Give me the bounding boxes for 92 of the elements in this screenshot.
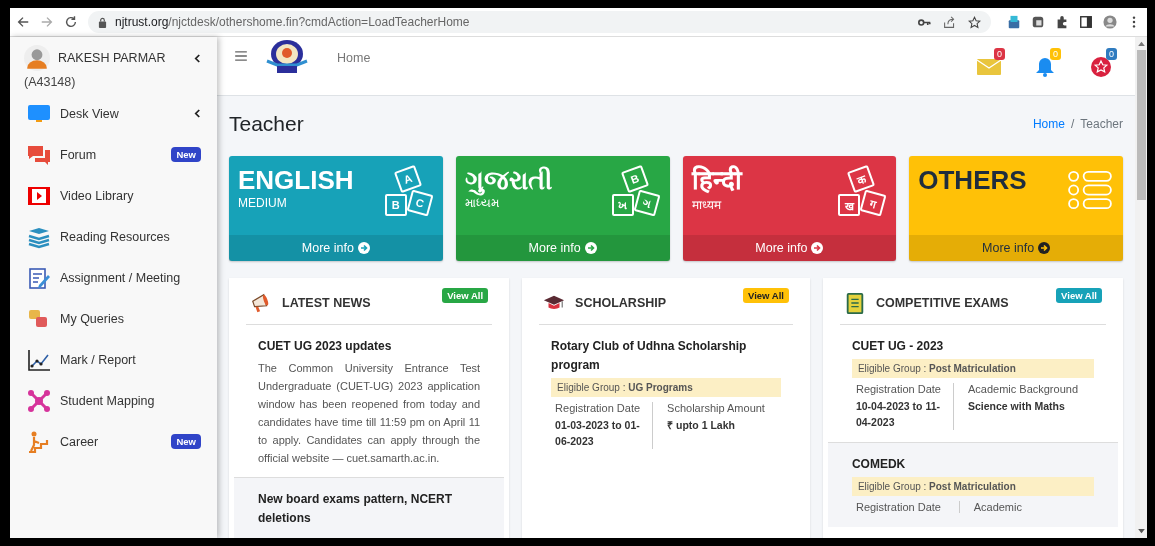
notepad-pencil-icon xyxy=(26,265,52,290)
letter-blocks-drawing: A B C xyxy=(380,168,433,220)
count-badge: 0 xyxy=(1106,48,1117,60)
tile-title: ENGLISH xyxy=(238,164,354,196)
user-id: (A43148) xyxy=(24,75,77,89)
breadcrumb-separator: / xyxy=(1070,117,1075,131)
star-icon[interactable] xyxy=(968,15,981,29)
sidebar-item[interactable]: Reading Resources xyxy=(26,216,201,257)
new-badge: New xyxy=(171,434,201,449)
tile-subtitle: माध्यम xyxy=(691,197,723,213)
detail-value: Science with Maths xyxy=(967,399,1066,414)
list-icon xyxy=(1067,170,1113,210)
sidebar-item[interactable]: My Queries xyxy=(26,298,201,339)
url-path: /njctdesk/othershome.fin?cmdAction=LoadTeacherHome xyxy=(168,15,470,29)
eligible-group: Eligible Group : Post Matriculation xyxy=(851,477,1094,496)
sidebar-item[interactable]: Video Library xyxy=(26,175,201,216)
card-title: COMPETITIVE EXAMS xyxy=(875,296,1010,310)
arrow-circle-icon xyxy=(584,242,597,254)
sidebar-item[interactable]: Assignment / Meeting xyxy=(26,257,201,298)
count-badge: 0 xyxy=(1050,48,1061,60)
tile-title: ગુજરાતી xyxy=(464,164,552,196)
item-title: COMEDK xyxy=(851,456,907,473)
sidebar-item[interactable]: Mark / Report xyxy=(26,339,201,380)
item-title: New board exams pattern, NCERT deletions xyxy=(258,491,454,527)
item-title: CUET UG - 2023 xyxy=(851,338,945,355)
sidebar-item[interactable]: Forum New xyxy=(26,134,201,175)
user-name[interactable]: RAKESH PARMAR xyxy=(58,51,186,65)
star-notification[interactable]: 0 xyxy=(1085,50,1117,82)
detail-value: ₹ upto 1 Lakh xyxy=(667,418,736,433)
profile-avatar-icon[interactable] xyxy=(1103,15,1117,29)
tile-title: OTHERS xyxy=(918,164,1027,196)
detail-value: 10-04-2023 to 11-04-2023 xyxy=(855,399,941,430)
detail-value: 01-03-2023 to 01-06-2023 xyxy=(555,418,641,449)
detail-label: Academic xyxy=(973,501,1023,513)
tile-subtitle: માધ્યમ xyxy=(464,196,500,210)
item-title: Rotary Club of Udhna Scholarship program xyxy=(551,338,748,374)
mail-notification[interactable]: 0 xyxy=(973,50,1005,82)
count-badge: 0 xyxy=(994,48,1005,60)
new-badge: New xyxy=(171,147,201,162)
lock-icon xyxy=(98,16,107,28)
sidebar-item[interactable]: Desk View xyxy=(26,93,201,134)
detail-label: Registration Date xyxy=(855,383,941,395)
reload-icon[interactable] xyxy=(64,15,78,29)
sidebar-item[interactable]: Student Mapping xyxy=(26,380,201,421)
view-all-button[interactable]: View All xyxy=(743,288,789,303)
item-title: CUET UG 2023 updates xyxy=(258,338,393,355)
extension-icon[interactable] xyxy=(1007,15,1021,29)
scroll-up-icon[interactable] xyxy=(1137,41,1145,46)
eligible-group: Eligible Group : UG Programs xyxy=(551,378,781,397)
page-title: Teacher xyxy=(229,112,304,136)
card-title: LATEST NEWS xyxy=(282,296,372,310)
scrollbar-thumb[interactable] xyxy=(1136,50,1146,200)
more-info-link[interactable]: More info xyxy=(455,235,670,261)
arrow-circle-icon xyxy=(811,242,824,254)
url-host: njtrust.org xyxy=(115,15,169,29)
letter-blocks-drawing: क ख ग xyxy=(834,168,887,220)
breadcrumb-item[interactable]: Home xyxy=(1032,117,1065,131)
share-icon[interactable] xyxy=(943,15,956,29)
address-bar[interactable]: njtrust.org/njctdesk/othershome.fin?cmdAction=LoadTeacherHome xyxy=(88,11,991,33)
more-info-link[interactable]: More info xyxy=(909,235,1123,261)
side-panel-icon[interactable] xyxy=(1079,15,1093,29)
more-info-link[interactable]: More info xyxy=(229,235,443,261)
eligible-group: Eligible Group : Post Matriculation xyxy=(851,359,1094,378)
user-avatar-icon xyxy=(24,45,50,71)
card-item[interactable]: COMEDK Eligible Group : Post Matriculation Registration Date Academic xyxy=(827,442,1118,527)
tile-title: हिन्दी xyxy=(691,164,742,196)
detail-label: Registration Date xyxy=(855,501,942,513)
news-text: The Common University Entrance Test Undergraduate (CUET-UG) 2023 application window has been reopened from today and candidates have time till 11:59 pm on April 11 to apply. Candidates can apply through the official website — cuet.samarth.ac.in. xyxy=(258,361,481,466)
detail-label: Registration Date xyxy=(555,402,641,414)
back-icon[interactable] xyxy=(16,15,30,29)
detail-label: Academic Background xyxy=(967,383,1078,395)
home-link[interactable]: Home xyxy=(337,51,371,65)
sidebar-item[interactable]: Career New xyxy=(26,421,201,462)
arrow-circle-icon xyxy=(357,242,370,254)
more-info-link[interactable]: More info xyxy=(682,235,897,261)
card-item[interactable]: CUET UG - 2023 Eligible Group : Post Matriculation Registration Date 10-04-2023 to 11-04-2023 Academic Background Science with Maths xyxy=(839,325,1106,440)
collapse-caret-icon[interactable] xyxy=(194,53,201,63)
scrollbar[interactable] xyxy=(1135,37,1147,538)
arrow-circle-icon xyxy=(1038,242,1051,254)
scroll-down-icon[interactable] xyxy=(1137,529,1145,534)
extension-icon[interactable] xyxy=(1031,15,1045,29)
card-title: SCHOLARSHIP xyxy=(575,296,668,310)
breadcrumb-item: Teacher xyxy=(1080,117,1123,131)
menu-icon[interactable] xyxy=(235,51,247,61)
puzzle-icon[interactable] xyxy=(1055,15,1069,29)
letter-blocks-drawing: B ખ ગ xyxy=(607,168,660,220)
tile-subtitle: MEDIUM xyxy=(238,196,288,210)
network-icon xyxy=(26,388,52,413)
line-chart-icon xyxy=(26,347,52,372)
detail-label: Scholarship Amount xyxy=(667,402,765,414)
card-item[interactable]: Rotary Club of Udhna Scholarship program Eligible Group : UG Programs Registration Date 01-03-2023 to 01-06-2023 Scholarship Amount ₹ upto 1 Lakh xyxy=(539,325,793,459)
card-item[interactable]: New board exams pattern, NCERT deletions xyxy=(234,477,505,538)
